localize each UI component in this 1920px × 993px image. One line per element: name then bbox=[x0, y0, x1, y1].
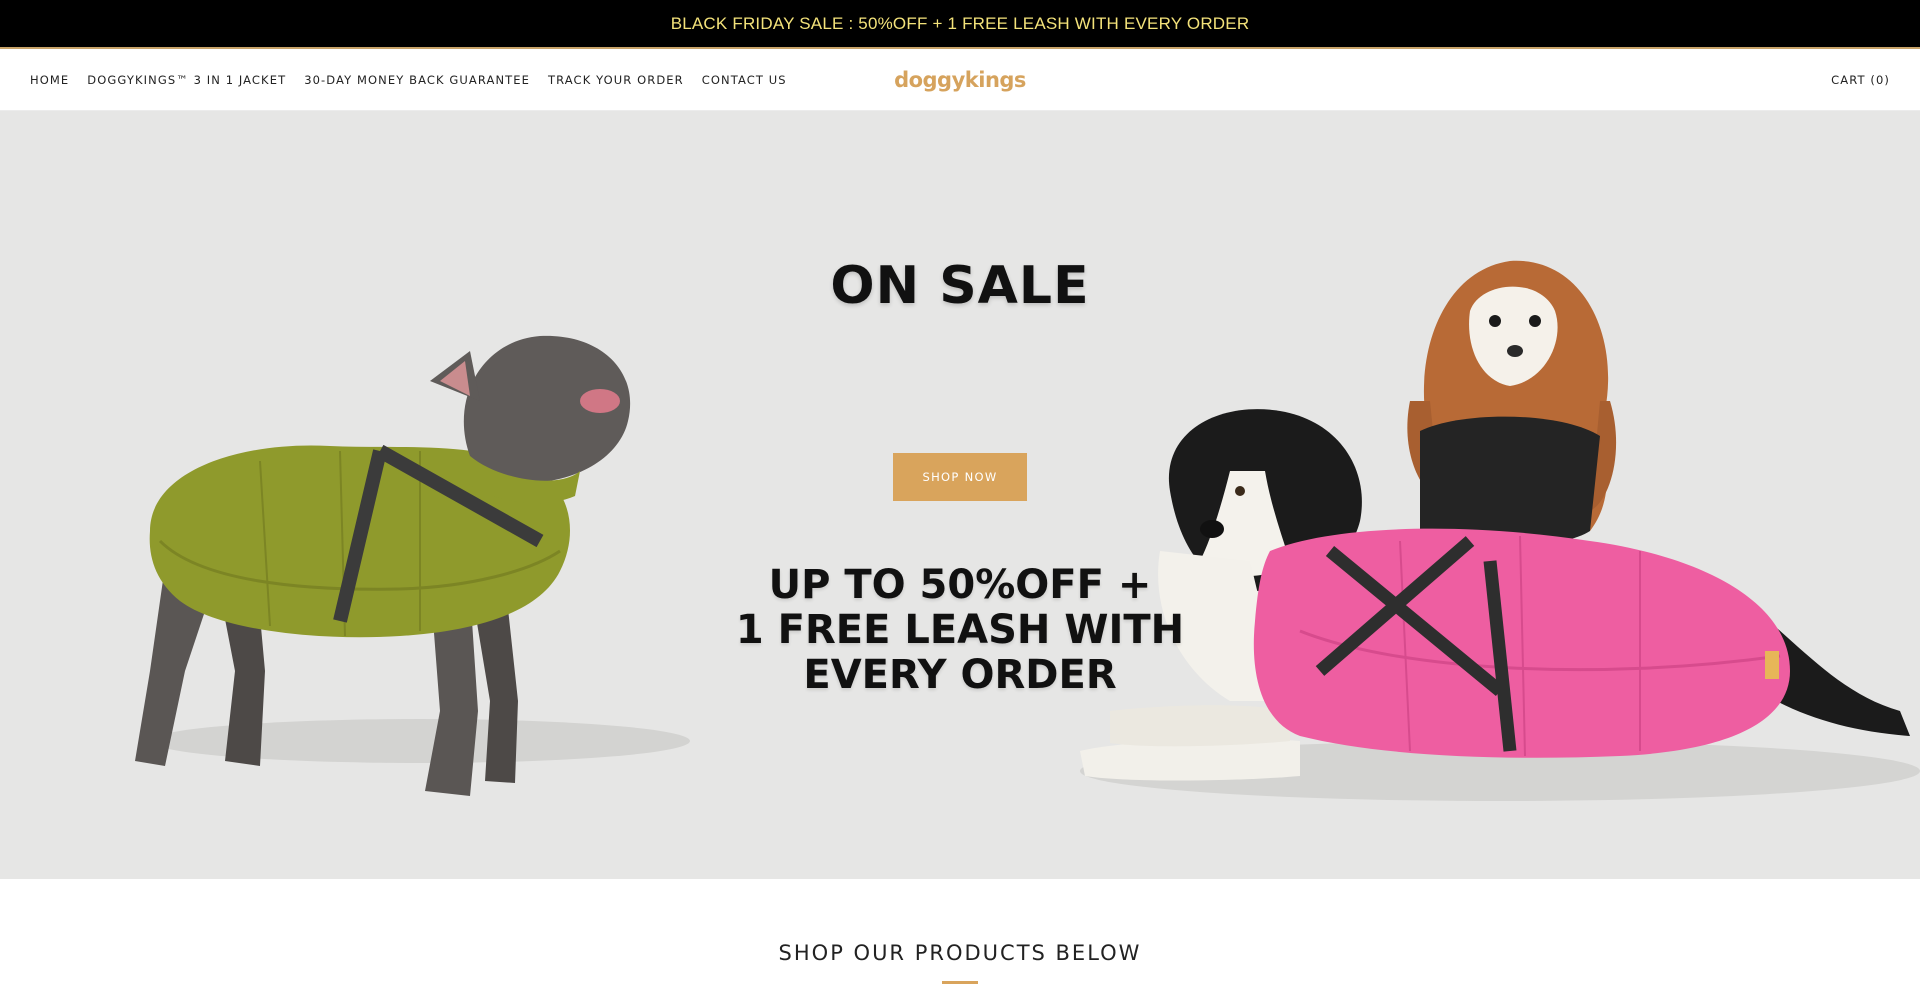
section-title: SHOP OUR PRODUCTS BELOW bbox=[778, 941, 1142, 965]
hero-banner: ON SALE SHOP NOW UP TO 50%OFF + 1 FREE L… bbox=[0, 111, 1920, 879]
cart-link[interactable]: CART (0) bbox=[1831, 49, 1890, 111]
shop-now-button[interactable]: SHOP NOW bbox=[893, 453, 1027, 501]
site-logo[interactable]: doggykings bbox=[894, 68, 1026, 92]
hero-subtitle-line: 1 FREE LEASH WITH bbox=[735, 607, 1185, 653]
hero-subtitle: UP TO 50%OFF + 1 FREE LEASH WITH EVERY O… bbox=[0, 563, 1920, 698]
announcement-text: BLACK FRIDAY SALE : 50%OFF + 1 FREE LEAS… bbox=[670, 13, 1250, 33]
hero-subtitle-line: UP TO 50%OFF + bbox=[768, 562, 1152, 608]
hero-subtitle-line: EVERY ORDER bbox=[803, 652, 1117, 698]
nav-contact[interactable]: CONTACT US bbox=[702, 73, 787, 87]
hero-title: ON SALE bbox=[830, 256, 1090, 316]
nav-jacket[interactable]: DOGGYKINGS™ 3 IN 1 JACKET bbox=[87, 73, 286, 87]
site-header: HOME DOGGYKINGS™ 3 IN 1 JACKET 30-DAY MO… bbox=[0, 49, 1920, 111]
nav-track-order[interactable]: TRACK YOUR ORDER bbox=[548, 73, 684, 87]
section-divider bbox=[942, 981, 978, 984]
announcement-bar: BLACK FRIDAY SALE : 50%OFF + 1 FREE LEAS… bbox=[0, 0, 1920, 49]
nav-guarantee[interactable]: 30-DAY MONEY BACK GUARANTEE bbox=[304, 73, 530, 87]
nav-home[interactable]: HOME bbox=[30, 73, 69, 87]
main-nav: HOME DOGGYKINGS™ 3 IN 1 JACKET 30-DAY MO… bbox=[30, 49, 805, 111]
